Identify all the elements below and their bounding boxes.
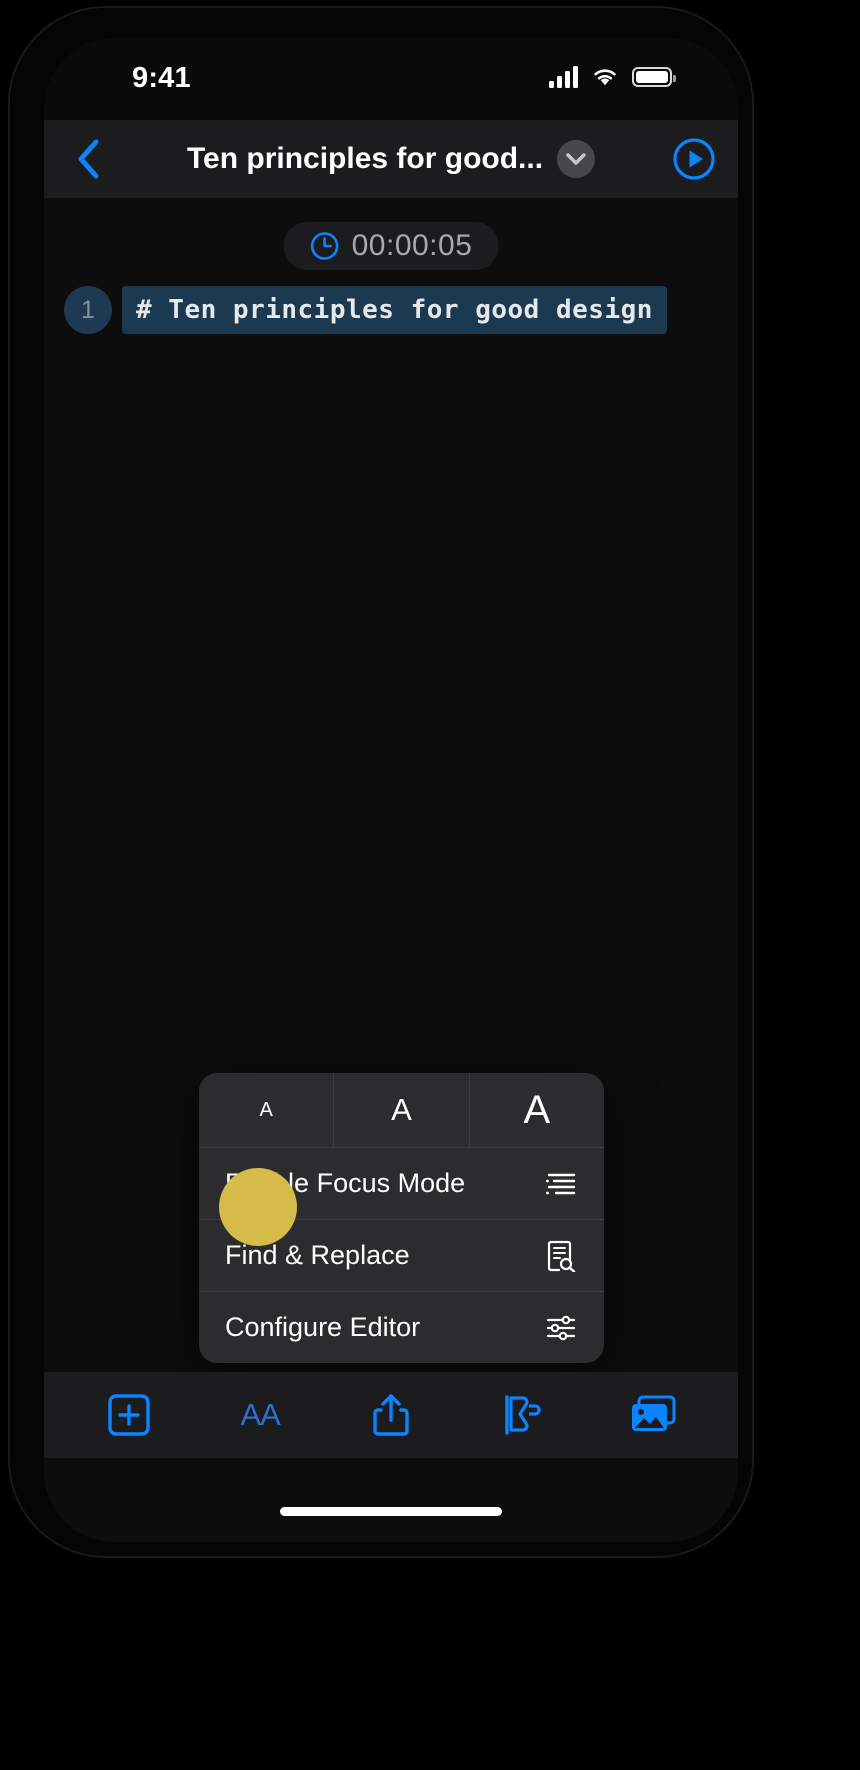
status-bar-time: 9:41 (132, 62, 191, 94)
wifi-icon (594, 68, 616, 85)
code-line-row[interactable]: 1 # Ten principles for good design (64, 286, 667, 334)
back-button[interactable] (66, 137, 110, 181)
tap-indicator (219, 1168, 297, 1246)
document-search-icon (544, 1239, 578, 1273)
sliders-icon (544, 1311, 578, 1345)
battery-full-icon (632, 67, 676, 87)
line-number: 1 (64, 286, 112, 334)
menu-item-configure-editor[interactable]: Configure Editor (199, 1291, 604, 1363)
font-size-medium-button[interactable]: A (334, 1073, 470, 1147)
navigation-title-group: Ten principles for good... (186, 140, 596, 178)
navigation-bar: Ten principles for good... (44, 120, 738, 198)
insert-button[interactable] (99, 1385, 159, 1445)
media-button[interactable] (623, 1385, 683, 1445)
document-dropdown-button[interactable] (557, 140, 596, 178)
page-title: Ten principles for good... (186, 142, 544, 175)
photos-icon (631, 1395, 676, 1431)
phone-screen: 9:41 Ten principles for good... 00:00:05… (44, 38, 738, 1542)
font-size-large-button[interactable]: A (470, 1073, 604, 1147)
timer-value: 00:00:05 (351, 229, 473, 262)
plus-square-icon (108, 1394, 151, 1436)
run-button[interactable] (672, 137, 716, 181)
text-style-button[interactable]: AA (230, 1385, 290, 1445)
chevron-down-icon (566, 152, 586, 165)
text-size-icon: AA (240, 1397, 281, 1432)
palette-icon (505, 1395, 541, 1435)
share-button[interactable] (361, 1385, 421, 1445)
status-bar: 9:41 (44, 38, 738, 120)
code-line-text[interactable]: # Ten principles for good design (122, 286, 667, 334)
phone-bezel: 9:41 Ten principles for good... 00:00:05… (10, 8, 752, 1556)
clock-icon (310, 232, 339, 260)
font-size-segmented-control: A A A (199, 1073, 604, 1147)
chevron-left-icon (78, 139, 99, 179)
menu-item-label: Configure Editor (225, 1312, 421, 1342)
session-timer: 00:00:05 (283, 222, 499, 270)
status-bar-icons (549, 66, 676, 88)
bottom-toolbar: AA (44, 1372, 738, 1458)
play-circle-icon (673, 138, 715, 180)
text-align-focus-icon (544, 1167, 578, 1201)
theme-button[interactable] (492, 1385, 552, 1445)
signal-bars-icon (549, 66, 578, 88)
share-icon (373, 1394, 409, 1436)
font-size-small-button[interactable]: A (199, 1073, 335, 1147)
home-bar (280, 1507, 502, 1516)
